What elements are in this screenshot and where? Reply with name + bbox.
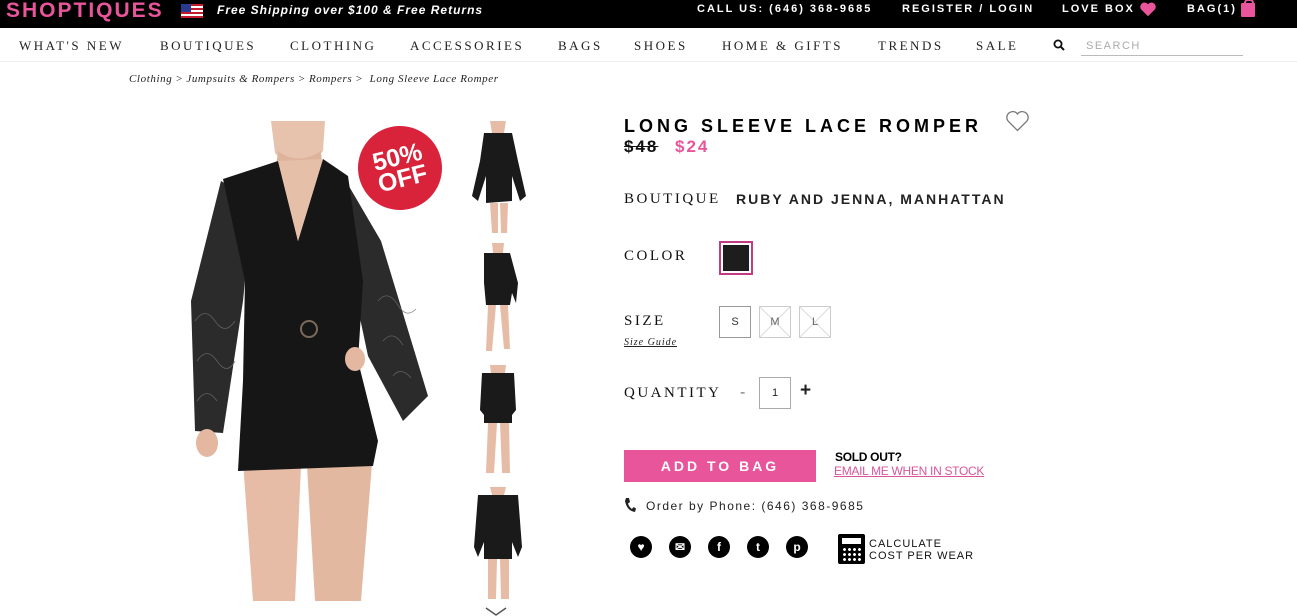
- us-flag-icon: [181, 4, 203, 18]
- register-login-link[interactable]: REGISTER / LOGIN: [902, 3, 1034, 15]
- sold-out-text: SOLD OUT?: [835, 450, 902, 464]
- nav-home-gifts[interactable]: HOME & GIFTS: [722, 38, 843, 54]
- nav-boutiques[interactable]: BOUTIQUES: [160, 38, 256, 54]
- love-box-link[interactable]: LOVE BOX: [1062, 3, 1135, 15]
- breadcrumb-clothing[interactable]: Clothing: [129, 73, 172, 85]
- calc-line-1: CALCULATE: [869, 538, 942, 550]
- size-option-m[interactable]: M: [759, 306, 791, 338]
- nav-sale[interactable]: SALE: [976, 38, 1019, 54]
- size-guide-link[interactable]: Size Guide: [624, 337, 677, 348]
- product-title: LONG SLEEVE LACE ROMPER: [624, 116, 983, 136]
- twitter-icon[interactable]: t: [747, 536, 769, 558]
- boutique-label: BOUTIQUE: [624, 191, 721, 207]
- main-nav: WHAT'S NEW BOUTIQUES CLOTHING ACCESSORIE…: [0, 28, 1297, 62]
- thumbnail-1[interactable]: [468, 121, 528, 233]
- thumbnail-2[interactable]: [468, 243, 528, 355]
- shipping-promo: Free Shipping over $100 & Free Returns: [217, 3, 484, 17]
- quantity-increase-button[interactable]: +: [800, 380, 811, 402]
- quantity-input[interactable]: 1: [759, 377, 791, 409]
- search-icon[interactable]: [1053, 39, 1065, 51]
- heart-icon[interactable]: [1005, 110, 1030, 132]
- heart-icon[interactable]: ♥: [630, 536, 652, 558]
- top-bar: SHOPTIQUES Free Shipping over $100 & Fre…: [0, 0, 1297, 28]
- add-to-bag-button[interactable]: ADD TO BAG: [624, 450, 816, 482]
- mail-icon[interactable]: ✉: [669, 536, 691, 558]
- nav-whats-new[interactable]: WHAT'S NEW: [19, 38, 124, 54]
- thumbnail-3[interactable]: [468, 365, 528, 477]
- nav-accessories[interactable]: ACCESSORIES: [410, 38, 524, 54]
- color-swatch-black[interactable]: [719, 241, 753, 275]
- breadcrumb-jumpsuits-rompers[interactable]: Jumpsuits & Rompers: [186, 73, 295, 85]
- calculator-icon[interactable]: [838, 534, 865, 564]
- call-us-text: CALL US: (646) 368-9685: [697, 3, 873, 15]
- order-by-phone-text: Order by Phone: (646) 368-9685: [646, 499, 865, 513]
- cost-per-wear-link[interactable]: CALCULATE COST PER WEAR: [869, 538, 974, 562]
- breadcrumb: Clothing > Jumpsuits & Rompers > Rompers > Lo…: [129, 73, 499, 85]
- nav-clothing[interactable]: CLOTHING: [290, 38, 376, 54]
- facebook-icon[interactable]: f: [708, 536, 730, 558]
- breadcrumb-current: Long Sleeve Lace Romper: [369, 73, 499, 85]
- shopping-bag-icon[interactable]: [1241, 0, 1255, 17]
- nav-shoes[interactable]: SHOES: [634, 38, 688, 54]
- quantity-decrease-button[interactable]: -: [740, 384, 745, 402]
- chevron-down-icon[interactable]: [484, 606, 508, 616]
- logo[interactable]: SHOPTIQUES: [6, 0, 164, 23]
- search-input[interactable]: [1081, 37, 1243, 56]
- color-label: COLOR: [624, 248, 688, 264]
- sale-price: $24: [675, 137, 710, 156]
- heart-icon[interactable]: [1139, 1, 1157, 17]
- email-when-in-stock-link[interactable]: EMAIL ME WHEN IN STOCK: [834, 464, 984, 478]
- thumbnail-4[interactable]: [468, 487, 528, 599]
- original-price: $48: [624, 137, 659, 156]
- nav-trends[interactable]: TRENDS: [878, 38, 944, 54]
- size-option-s[interactable]: S: [719, 306, 751, 338]
- quantity-label: QUANTITY: [624, 385, 722, 401]
- bag-link[interactable]: BAG(1): [1187, 3, 1237, 15]
- calc-line-2: COST PER WEAR: [869, 550, 975, 562]
- boutique-name-link[interactable]: RUBY AND JENNA, MANHATTAN: [736, 191, 1006, 207]
- phone-icon: [625, 498, 636, 512]
- size-option-l[interactable]: L: [799, 306, 831, 338]
- size-label: SIZE: [624, 313, 666, 329]
- nav-bags[interactable]: BAGS: [558, 38, 603, 54]
- pinterest-icon[interactable]: p: [786, 536, 808, 558]
- breadcrumb-rompers[interactable]: Rompers: [309, 73, 352, 85]
